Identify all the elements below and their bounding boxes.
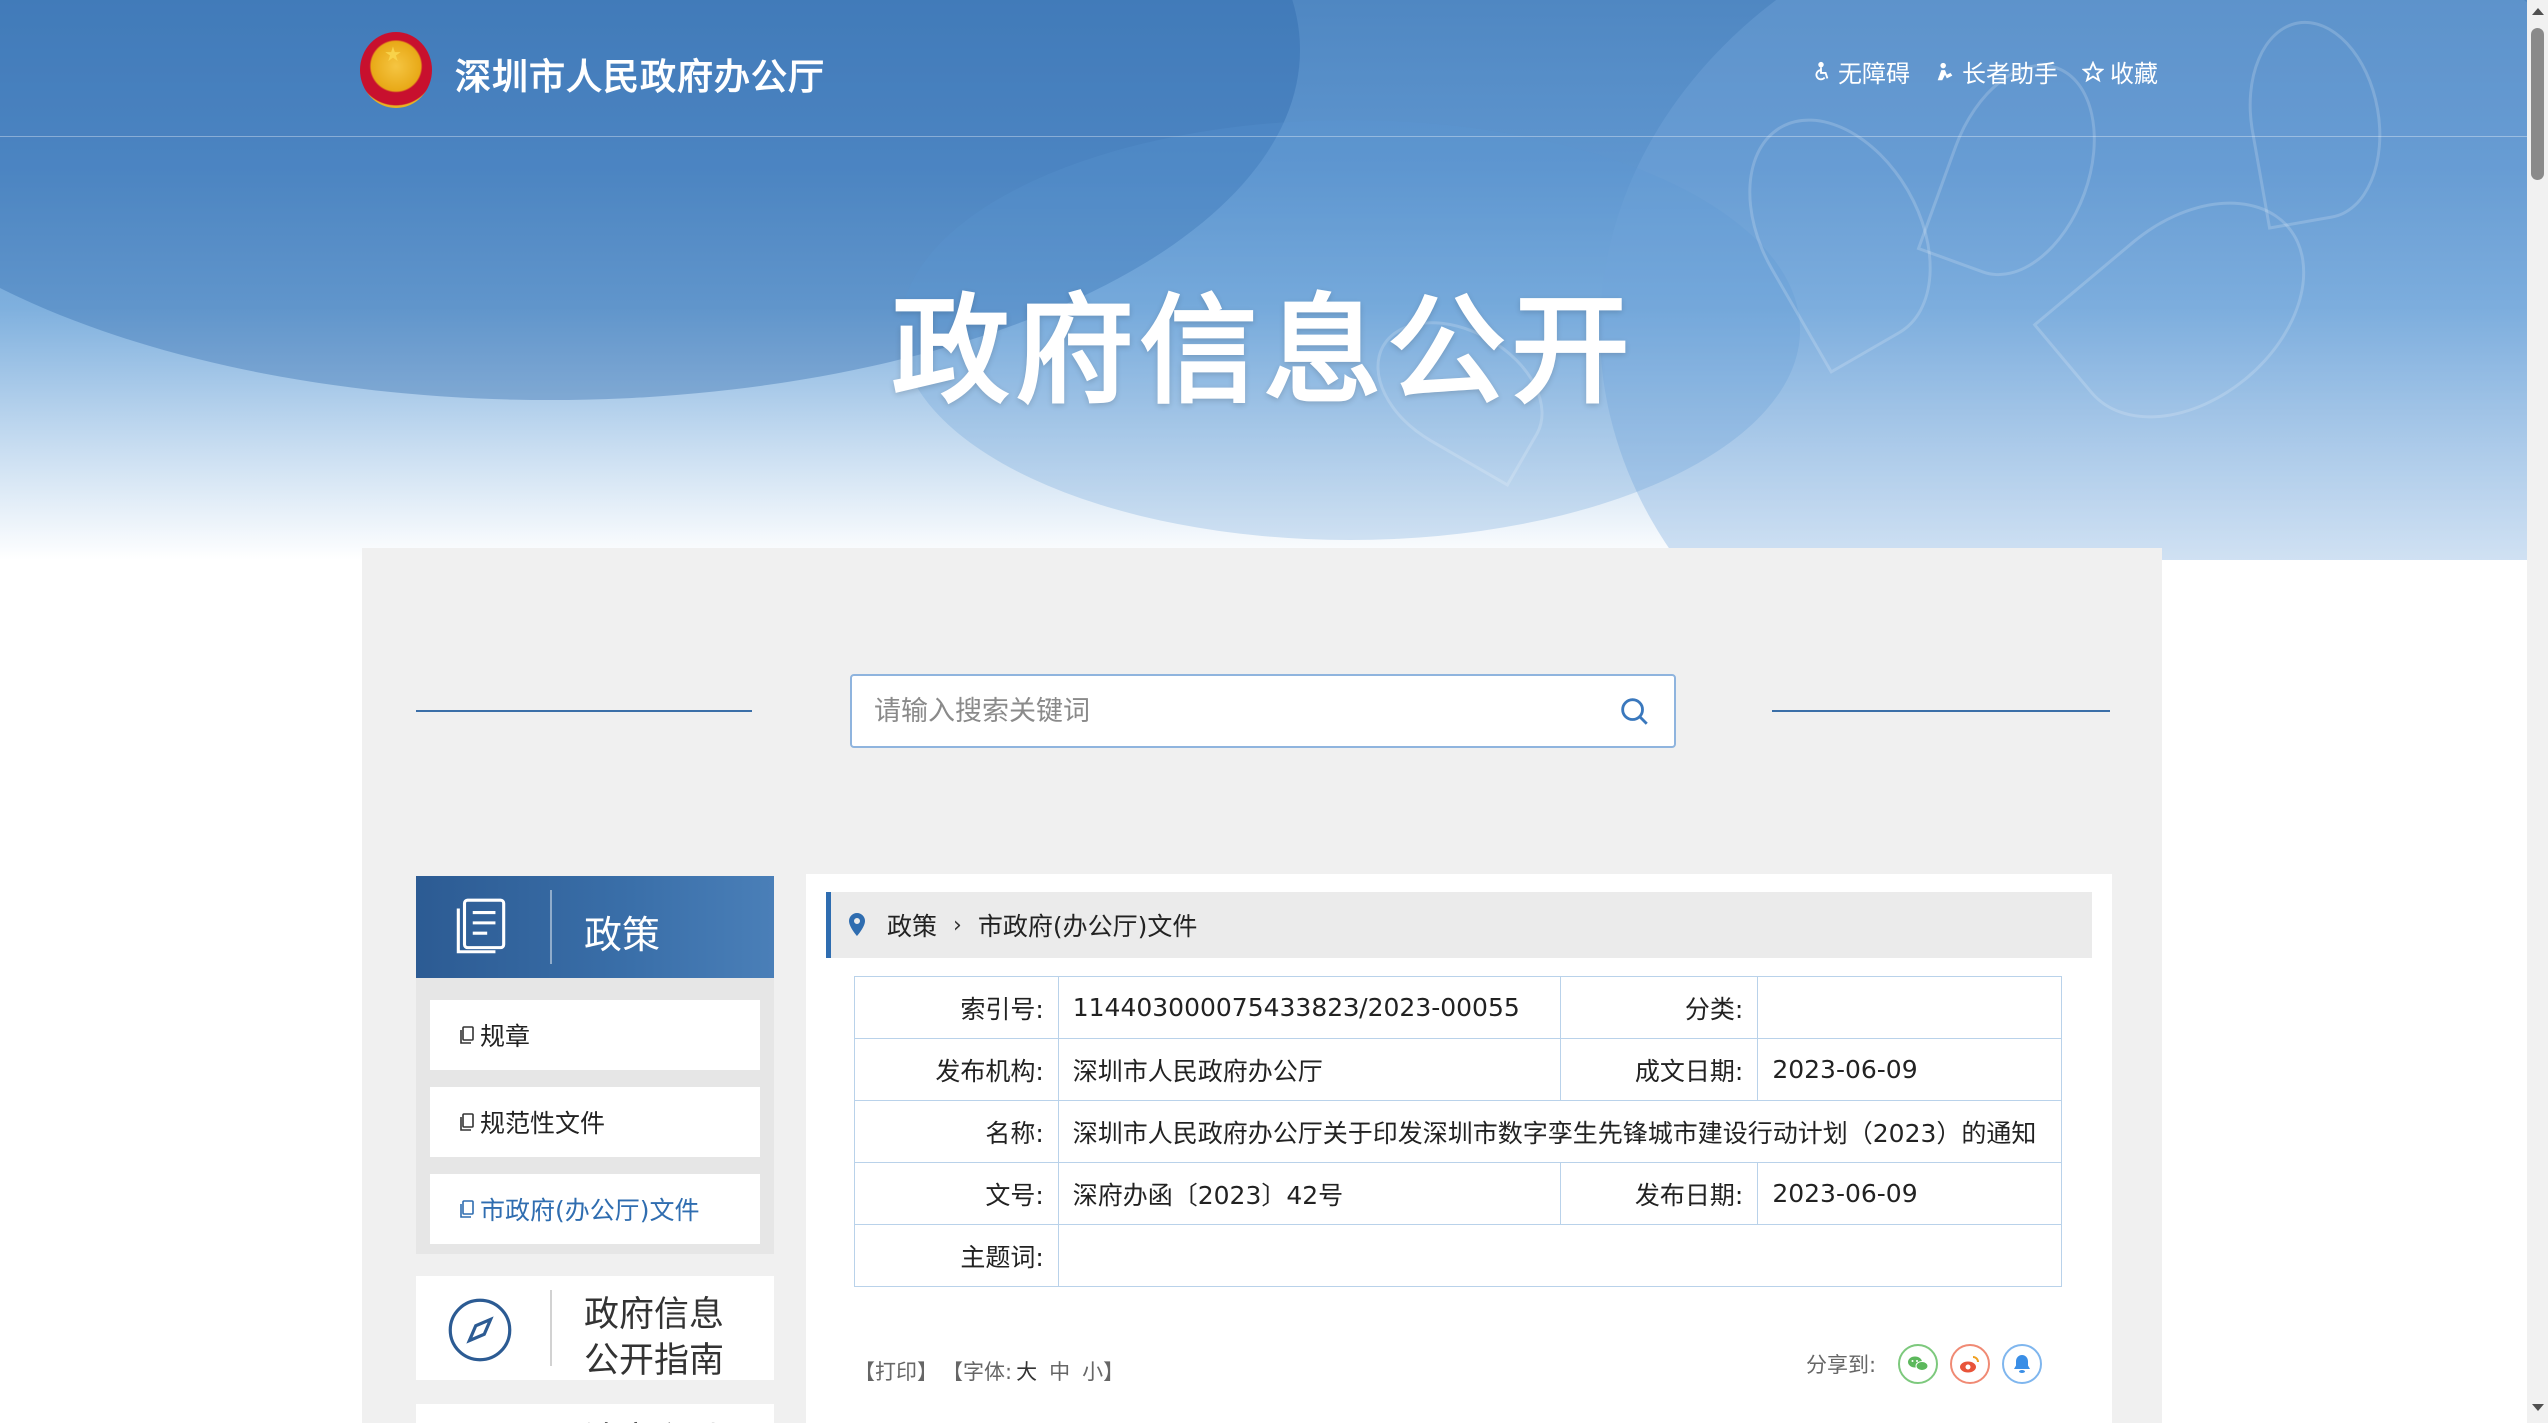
favorite-link[interactable]: 收藏 <box>2082 54 2158 89</box>
elder-assistant-icon <box>1937 62 1953 80</box>
search-input[interactable] <box>852 676 1594 746</box>
wechat-icon <box>1908 1356 1929 1371</box>
elder-assistant-label: 长者助手 <box>1962 60 2058 88</box>
elder-assistant-link[interactable]: 长者助手 <box>1934 54 2058 89</box>
breadcrumb-item-policy[interactable]: 政策 <box>887 907 937 943</box>
search-button[interactable] <box>1594 676 1674 746</box>
scroll-thumb[interactable] <box>2531 28 2544 180</box>
share-label: 分享到: <box>1806 1353 1877 1377</box>
scroll-down-arrow-icon[interactable] <box>2532 1404 2544 1411</box>
guide-title-line1: 政府信息 <box>584 1295 725 1335</box>
hero-title: 政府信息公开 <box>891 282 1636 420</box>
breadcrumb-item-municipal[interactable]: 市政府(办公厅)文件 <box>978 907 1198 943</box>
weibo-icon <box>1960 1356 1980 1373</box>
search-icon <box>1621 698 1648 725</box>
category-label: 分类: <box>1559 976 1759 1039</box>
star-icon <box>2082 60 2104 82</box>
print-button[interactable]: 【打印】 <box>854 1356 938 1386</box>
page-scrollbar[interactable] <box>2527 0 2548 1423</box>
content-panel: 政策 › 市政府(办公厅)文件 索引号: 11440300007543382З/… <box>806 874 2112 1423</box>
doc-number-label: 文号: <box>854 1162 1059 1225</box>
scroll-up-arrow-icon[interactable] <box>2532 8 2544 15</box>
location-pin-icon <box>849 913 865 936</box>
name-value: 深圳市人民政府办公厅关于印发深圳市数字孪生先锋城市建设行动计划（2023）的通知 <box>1057 1100 2063 1163</box>
document-copy-icon <box>460 1026 474 1044</box>
share-weibo-button[interactable] <box>1950 1344 1991 1384</box>
search-box <box>850 674 1676 748</box>
sidebar-item-municipal-documents[interactable]: 市政府(办公厅)文件 <box>430 1174 760 1244</box>
publish-date-value: 2023-06-09 <box>1757 1162 2062 1225</box>
document-info-table: 索引号: 11440300007543382З/2023-00055 分类: 发… <box>854 976 2063 1287</box>
subject-label: 主题词: <box>854 1224 1059 1287</box>
guide-title-line2: 公开指南 <box>584 1341 725 1381</box>
banner: ★ 深圳市人民政府办公厅 无障碍 长者助手 收藏 政府信息公开 <box>0 0 2527 560</box>
site-title[interactable]: 深圳市人民政府办公厅 <box>455 48 825 100</box>
sidebar-policy: 政策 规章 规范性文件 市政府(办公厅)文件 <box>416 876 774 1254</box>
search-decor-line <box>1772 710 2110 712</box>
top-links: 无障碍 长者助手 收藏 <box>1810 54 2158 89</box>
table-row: 名称: 深圳市人民政府办公厅关于印发深圳市数字孪生先锋城市建设行动计划（2023… <box>854 1100 2063 1163</box>
search-decor-line <box>416 710 752 712</box>
share-qq-button[interactable] <box>2002 1344 2043 1384</box>
sidebar-item-label: 规范性文件 <box>480 1109 606 1138</box>
table-row: 发布机构: 深圳市人民政府办公厅 成文日期: 2023-06-09 <box>854 1038 2062 1101</box>
page-tools: 【打印】 【字体: 大 中 小】 <box>854 1356 1124 1386</box>
font-small-button[interactable]: 小】 <box>1082 1356 1124 1386</box>
share-bar: 分享到: <box>1806 1344 2043 1384</box>
qq-bell-icon <box>2014 1355 2031 1373</box>
org-value: 深圳市人民政府办公厅 <box>1057 1038 1561 1101</box>
created-date-value: 2023-06-09 <box>1757 1038 2062 1101</box>
created-date-label: 成文日期: <box>1559 1038 1759 1101</box>
main-container: 政策 规章 规范性文件 市政府(办公厅)文件 政府信息 公开指南 <box>362 548 2162 1423</box>
sidebar-item-regulations[interactable]: 规章 <box>430 1000 760 1070</box>
header-divider <box>0 136 2527 137</box>
share-wechat-button[interactable] <box>1898 1344 1939 1384</box>
disclosure-guide-card[interactable]: 政府信息 公开指南 <box>416 1276 774 1381</box>
sidebar-item-normative-documents[interactable]: 规范性文件 <box>430 1087 760 1157</box>
table-row: 索引号: 11440300007543382З/2023-00055 分类: <box>854 976 2062 1039</box>
breadcrumb: 政策 › 市政府(办公厅)文件 <box>826 892 2092 958</box>
national-emblem-logo[interactable]: ★ <box>360 32 432 108</box>
chevron-right-icon: › <box>953 912 962 938</box>
accessibility-link[interactable]: 无障碍 <box>1810 54 1910 89</box>
policy-title: 政策 <box>584 913 661 957</box>
font-large-button[interactable]: 大 <box>1016 1356 1037 1386</box>
table-row: 文号: 深府办函〔2023〕42号 发布日期: 2023-06-09 <box>854 1162 2062 1225</box>
index-label: 索引号: <box>854 976 1059 1039</box>
statutory-title: 法定主动 <box>584 1412 724 1423</box>
sidebar-item-label: 市政府(办公厅)文件 <box>480 1196 700 1225</box>
index-value: 11440300007543382З/2023-00055 <box>1057 976 1561 1039</box>
document-copy-icon <box>460 1113 474 1131</box>
category-value <box>1757 976 2062 1039</box>
compass-icon <box>448 1298 512 1362</box>
header-divider <box>550 890 552 964</box>
table-row: 主题词: <box>854 1224 2063 1287</box>
statutory-disclosure-card[interactable]: 法定主动 <box>416 1404 774 1423</box>
favorite-label: 收藏 <box>2110 60 2158 88</box>
font-medium-button[interactable]: 中 <box>1049 1356 1070 1386</box>
doc-number-value: 深府办函〔2023〕42号 <box>1057 1162 1561 1225</box>
document-copy-icon <box>460 1200 474 1218</box>
font-size-label: 【字体: <box>942 1360 1013 1384</box>
publish-date-label: 发布日期: <box>1559 1162 1759 1225</box>
sidebar-item-label: 规章 <box>480 1022 531 1051</box>
accessibility-label: 无障碍 <box>1838 60 1910 88</box>
document-icon <box>456 898 506 954</box>
name-label: 名称: <box>854 1100 1059 1163</box>
org-label: 发布机构: <box>854 1038 1059 1101</box>
subject-value <box>1057 1224 2063 1287</box>
emblem-star-icon: ★ <box>384 42 402 66</box>
accessibility-icon <box>1815 61 1829 80</box>
policy-header[interactable]: 政策 <box>416 876 774 978</box>
guide-divider <box>550 1290 552 1366</box>
